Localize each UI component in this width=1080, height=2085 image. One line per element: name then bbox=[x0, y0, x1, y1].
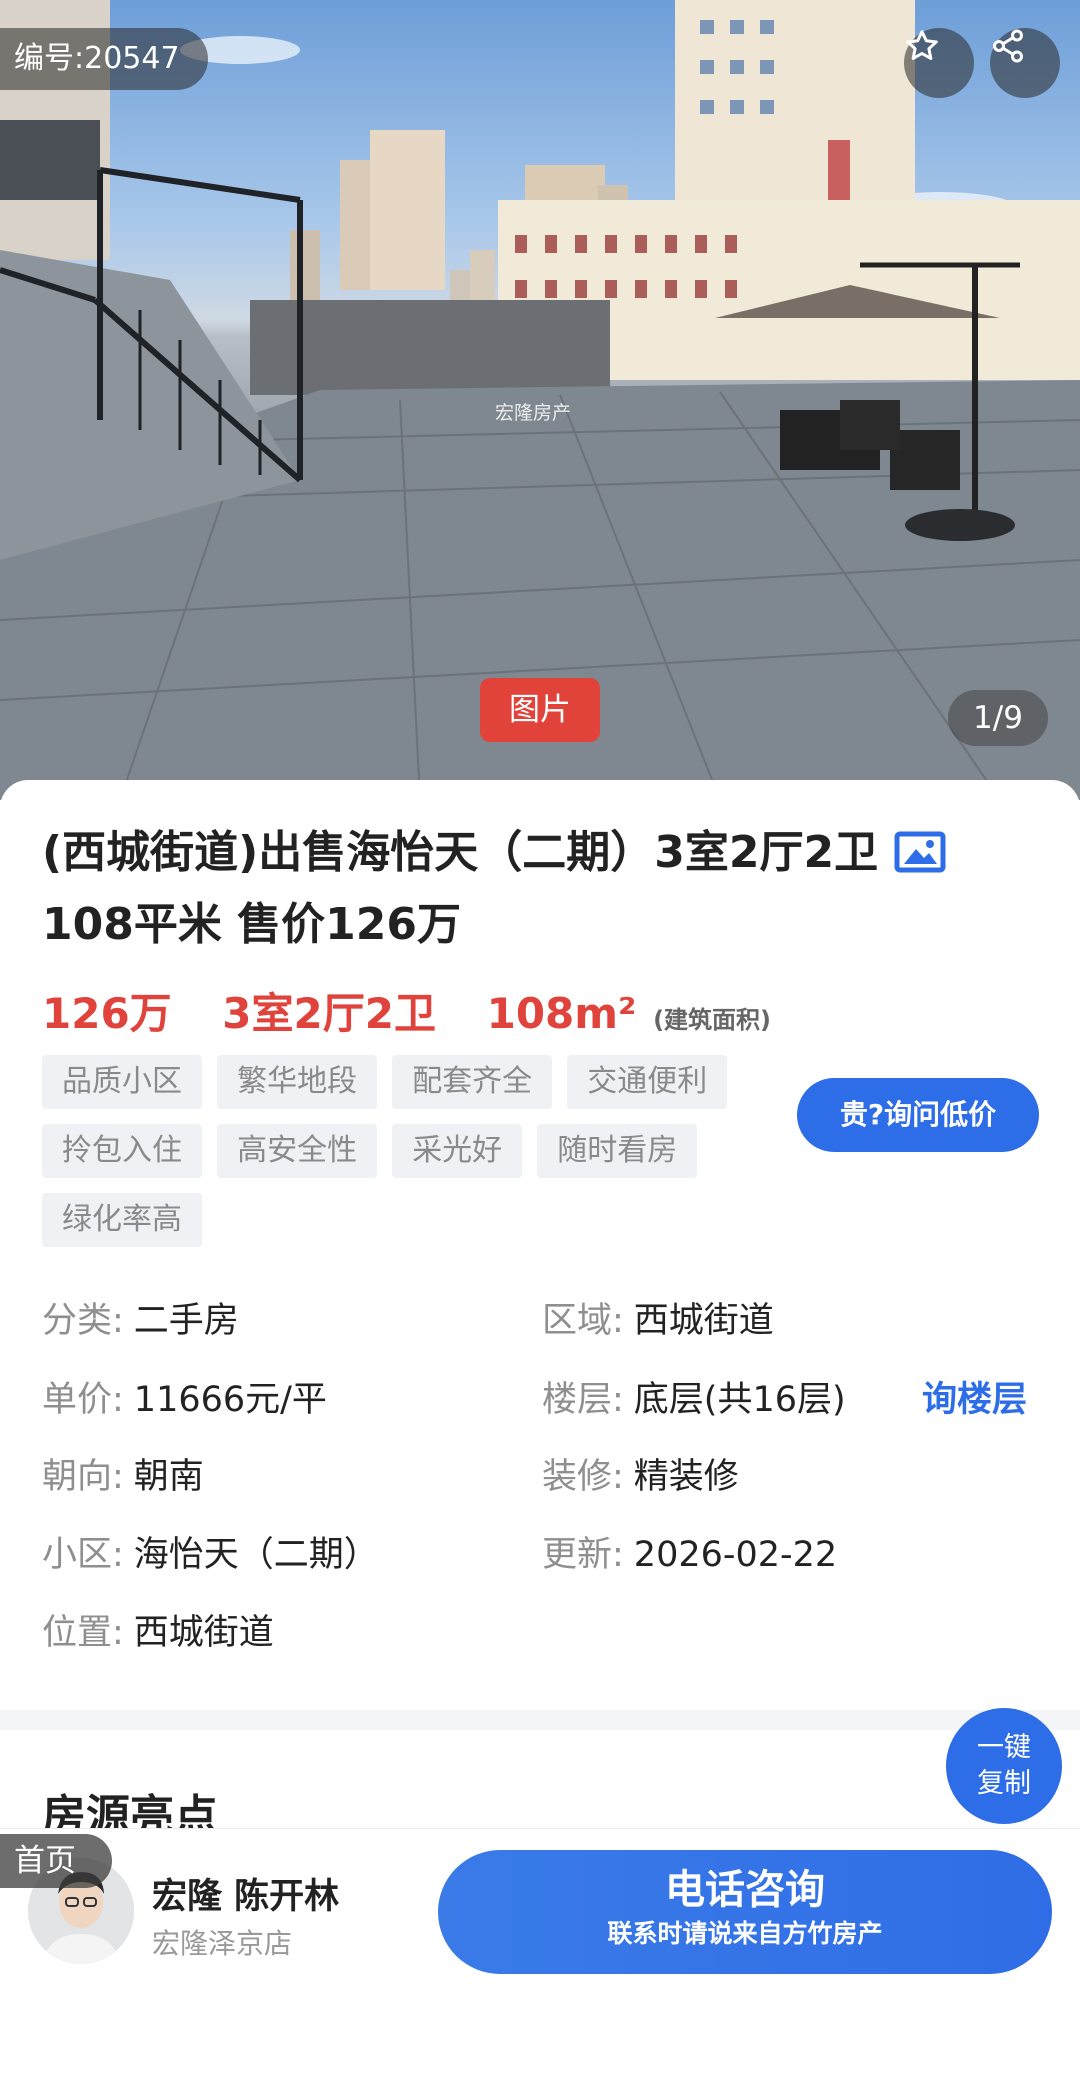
key-stats: 126万 3室2厅2卫 108m² (建筑面积) bbox=[42, 980, 807, 1041]
photo-counter: 1/9 bbox=[948, 690, 1048, 746]
info-updated: 更新: 2026-02-22 bbox=[542, 1535, 838, 1575]
area-note: (建筑面积) bbox=[653, 1006, 771, 1034]
share-icon bbox=[993, 29, 1023, 63]
tag: 高安全性 bbox=[217, 1124, 378, 1178]
image-icon[interactable] bbox=[894, 826, 946, 892]
copy-button-line2: 复制 bbox=[977, 1768, 1031, 1799]
listing-title-line2: 108平米 售价126万 bbox=[42, 899, 462, 950]
price: 126万 bbox=[42, 989, 172, 1038]
area: 108m² bbox=[486, 989, 637, 1038]
agent-store: 宏隆泽京店 bbox=[152, 1927, 293, 1960]
tag: 采光好 bbox=[392, 1124, 523, 1178]
info-category: 分类: 二手房 bbox=[42, 1301, 239, 1341]
phone-consult-button[interactable]: 电话咨询 联系时请说来自方竹房产 bbox=[438, 1850, 1052, 1974]
ask-low-price-button[interactable]: 贵?询问低价 bbox=[797, 1078, 1039, 1152]
info-community: 小区: 海怡天（二期） bbox=[42, 1535, 379, 1575]
listing-id-badge: 编号:20547 bbox=[0, 28, 208, 90]
info-orientation: 朝向: 朝南 bbox=[42, 1457, 204, 1497]
home-button[interactable]: 首页 bbox=[0, 1834, 112, 1888]
call-main-label: 电话咨询 bbox=[665, 1867, 825, 1913]
info-unit-price: 单价: 11666元/平 bbox=[42, 1380, 327, 1420]
tag: 拎包入住 bbox=[42, 1124, 202, 1178]
photo-watermark: 宏隆房产 bbox=[495, 402, 572, 424]
star-icon bbox=[906, 30, 938, 60]
hero-photo[interactable]: 编号:20547 宏隆房产 图片 1/9 bbox=[0, 0, 1080, 800]
tag: 交通便利 bbox=[567, 1055, 728, 1109]
tag: 配套齐全 bbox=[392, 1055, 553, 1109]
photo-tab[interactable]: 图片 bbox=[480, 678, 600, 742]
tag: 品质小区 bbox=[42, 1055, 202, 1109]
copy-button-line1: 一键 bbox=[977, 1732, 1031, 1763]
call-sub-label: 联系时请说来自方竹房产 bbox=[607, 1919, 883, 1948]
agent-name: 宏隆 陈开林 bbox=[152, 1877, 340, 1917]
feature-tags: 品质小区 繁华地段 配套齐全 交通便利 拎包入住 高安全性 采光好 随时看房 绿… bbox=[42, 1055, 782, 1262]
favorite-button[interactable] bbox=[904, 28, 974, 98]
info-location: 位置: 西城街道 bbox=[42, 1613, 274, 1653]
info-floor: 楼层: 底层(共16层) bbox=[542, 1380, 846, 1420]
info-decoration: 装修: 精装修 bbox=[542, 1457, 739, 1497]
listing-title-text: (西城街道)出售海怡天（二期）3室2厅2卫 bbox=[42, 827, 879, 878]
share-button[interactable] bbox=[990, 28, 1060, 98]
section-divider bbox=[0, 1710, 1080, 1730]
layout: 3室2厅2卫 bbox=[222, 989, 436, 1038]
listing-title: (西城街道)出售海怡天（二期）3室2厅2卫 108平米 售价126万 bbox=[42, 820, 1042, 958]
tag: 绿化率高 bbox=[42, 1193, 202, 1247]
ask-floor-link[interactable]: 询楼层 bbox=[922, 1375, 1027, 1425]
info-district: 区域: 西城街道 bbox=[542, 1301, 774, 1341]
tag: 繁华地段 bbox=[217, 1055, 378, 1109]
tag: 随时看房 bbox=[537, 1124, 698, 1178]
one-click-copy-button[interactable]: 一键 复制 bbox=[946, 1708, 1062, 1824]
